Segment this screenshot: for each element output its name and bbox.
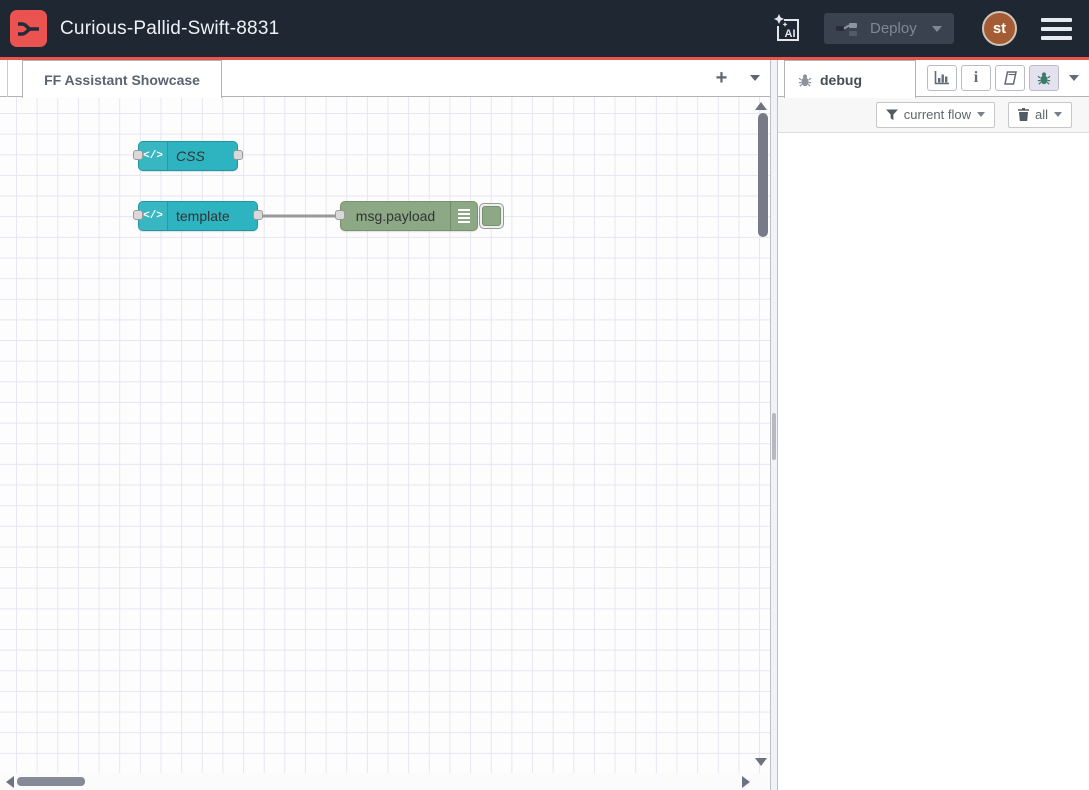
node-label: msg.payload [341,208,450,224]
avatar-initials: st [993,20,1006,37]
chevron-down-icon [1054,112,1062,117]
deploy-label: Deploy [870,20,917,37]
logo-branch-glyph [16,16,42,42]
bug-icon [798,73,812,87]
deploy-options-chevron-icon[interactable] [932,26,942,32]
chevron-down-icon [750,75,760,81]
console-lines-icon [450,202,477,230]
node-label: template [168,208,257,224]
header: Curious-Pallid-Swift-8831 AI Deploy [0,0,1089,60]
debug-filter-button[interactable]: current flow [876,102,995,128]
header-actions: AI Deploy st [766,8,1089,50]
sidebar-tab-help-button[interactable] [995,65,1025,91]
flow-canvas[interactable]: </> CSS </> template msg.payload [0,97,770,773]
book-icon [1003,71,1018,85]
flow-tabbar: FF Assistant Showcase + [0,60,770,97]
horizontal-scrollbar-thumb[interactable] [17,777,85,786]
node-label: CSS [168,148,237,164]
sidebar: debug i [778,60,1089,790]
bug-icon [1037,71,1051,85]
node-input-port[interactable] [335,210,345,220]
debug-filter-label: current flow [904,107,971,122]
palette-edge [7,60,8,97]
sidebar-tab-buttons: i [927,65,1085,91]
flow-tab-label: FF Assistant Showcase [44,72,200,88]
sidebar-tab-debug[interactable]: debug [784,60,916,98]
funnel-icon [886,109,898,121]
node-output-port[interactable] [253,210,263,220]
scroll-up-arrow[interactable] [755,102,767,110]
sidebar-tab-dashboard-button[interactable] [927,65,957,91]
bar-chart-icon [934,71,950,85]
node-input-port[interactable] [133,210,143,220]
scroll-left-arrow[interactable] [6,776,14,788]
code-icon: </> [139,142,168,170]
node-css[interactable]: </> CSS [138,141,238,171]
node-template[interactable]: </> template [138,201,258,231]
debug-clear-button[interactable]: all [1008,102,1072,128]
svg-text:AI: AI [785,28,796,40]
debug-clear-label: all [1035,107,1048,122]
ai-sparkle-icon: AI [770,12,804,46]
ai-assistant-button[interactable]: AI [766,8,808,50]
scroll-down-arrow[interactable] [755,758,767,766]
sidebar-tab-debug-button[interactable] [1029,65,1059,91]
user-avatar[interactable]: st [982,11,1017,46]
chevron-down-icon [1069,75,1079,81]
scroll-right-arrow[interactable] [742,776,750,788]
wire-layer [0,97,770,773]
debug-toolbar: current flow all [778,97,1089,133]
trash-icon [1018,108,1029,121]
sidebar-header: debug i [778,60,1089,97]
sidebar-tab-info-button[interactable]: i [961,65,991,91]
debug-enable-toggle-button[interactable] [479,203,504,229]
hamburger-menu-icon[interactable] [1041,13,1072,45]
flow-tab-ff-assistant-showcase[interactable]: FF Assistant Showcase [22,60,222,98]
sidebar-tab-label: debug [820,72,862,88]
horizontal-scrollbar[interactable] [0,773,770,790]
sidebar-splitter[interactable] [770,60,778,790]
splitter-grip[interactable] [772,413,776,460]
flowfuse-logo-icon[interactable] [10,10,47,47]
node-msg-payload[interactable]: msg.payload [340,201,478,231]
deploy-nodes-icon [836,20,858,37]
info-icon: i [974,69,978,87]
chevron-down-icon [977,112,985,117]
page-title: Curious-Pallid-Swift-8831 [60,18,279,40]
node-output-port[interactable] [233,150,243,160]
flow-list-chevron-button[interactable] [740,60,770,96]
debug-messages-panel [778,133,1089,790]
node-red-editor: Curious-Pallid-Swift-8831 AI Deploy [0,0,1089,790]
code-icon: </> [139,202,168,230]
sidebar-menu-chevron-button[interactable] [1063,65,1085,91]
node-input-port[interactable] [133,150,143,160]
add-flow-button[interactable]: + [705,60,738,96]
vertical-scrollbar-thumb[interactable] [758,113,768,237]
deploy-button[interactable]: Deploy [824,13,954,44]
